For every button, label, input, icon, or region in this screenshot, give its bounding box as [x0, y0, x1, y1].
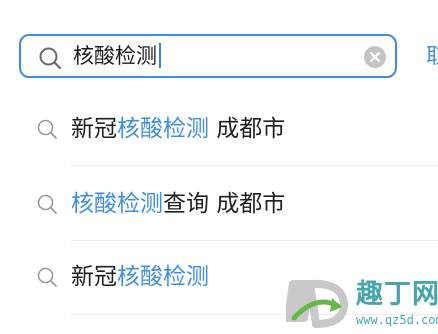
suggestion-match: 核酸检测: [71, 191, 163, 217]
clear-icon[interactable]: [364, 46, 386, 68]
cancel-button[interactable]: 取消: [426, 41, 438, 71]
search-icon: [36, 193, 58, 215]
watermark-name: 趣丁网: [356, 279, 438, 310]
watermark-url: www.qz5d.com: [356, 313, 438, 327]
suggestion-suffix: 查询 成都市: [163, 191, 286, 217]
suggestion-suffix: 成都市: [209, 116, 286, 142]
divider: [71, 165, 438, 166]
suggestion-prefix: 新冠: [71, 116, 117, 142]
text-caret: [159, 43, 161, 68]
watermark-logo-icon: [283, 276, 358, 330]
suggestion-item[interactable]: 核酸检测查询 成都市: [0, 173, 438, 237]
search-input-value: 核酸检测: [73, 44, 157, 68]
suggestion-match: 核酸检测: [117, 116, 209, 142]
divider: [71, 240, 438, 241]
search-icon: [36, 118, 58, 140]
suggestion-match: 核酸检测: [117, 264, 209, 290]
suggestion-text: 核酸检测查询 成都市: [71, 189, 285, 219]
watermark: 趣丁网 www.qz5d.com: [270, 268, 438, 331]
search-input[interactable]: 核酸检测: [73, 36, 161, 76]
search-icon: [38, 46, 62, 70]
suggestion-item[interactable]: 新冠核酸检测 成都市: [0, 98, 438, 162]
suggestion-text: 新冠核酸检测 成都市: [71, 114, 285, 144]
search-input-container[interactable]: 核酸检测: [19, 34, 397, 78]
suggestion-text: 新冠核酸检测: [71, 262, 209, 292]
suggestion-prefix: 新冠: [71, 264, 117, 290]
search-icon: [36, 266, 58, 288]
